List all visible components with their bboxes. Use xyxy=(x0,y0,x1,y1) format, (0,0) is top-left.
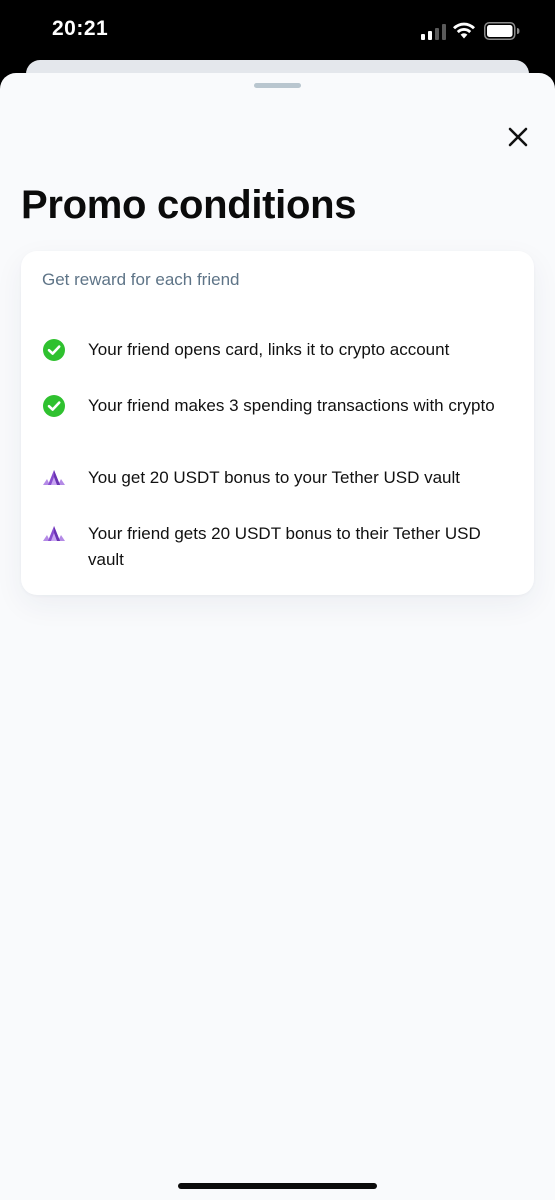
condition-text: Your friend opens card, links it to cryp… xyxy=(88,340,450,359)
page-title: Promo conditions xyxy=(21,183,357,227)
home-indicator xyxy=(178,1183,377,1189)
check-circle-icon xyxy=(43,395,65,417)
promo-conditions-sheet: Promo conditions Get reward for each fri… xyxy=(0,73,555,1200)
close-icon[interactable] xyxy=(502,121,534,153)
battery-icon xyxy=(484,22,520,40)
condition-text: You get 20 USDT bonus to your Tether USD… xyxy=(88,468,461,487)
sheet-grabber[interactable] xyxy=(254,83,301,88)
card-subtitle: Get reward for each friend xyxy=(42,270,240,289)
conditions-card: Get reward for each friend Your friend o… xyxy=(21,251,534,595)
check-circle-icon xyxy=(43,339,65,361)
condition-text: Your friend makes 3 spending transaction… xyxy=(88,396,495,415)
status-bar: 20:21 xyxy=(0,0,555,64)
crystal-icon xyxy=(43,526,65,541)
cellular-signal-icon xyxy=(421,24,447,40)
crystal-icon xyxy=(43,470,65,485)
condition-text: Your friend gets 20 USDT bonus to their … xyxy=(88,524,481,569)
status-time: 20:21 xyxy=(52,17,109,40)
wifi-icon xyxy=(453,22,475,39)
